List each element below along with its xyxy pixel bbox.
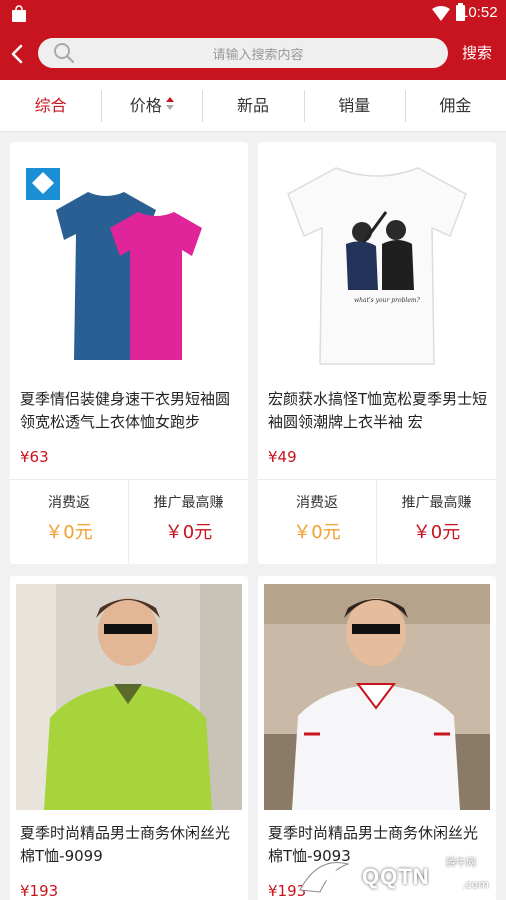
watermark-text: QQTN [362,864,430,889]
status-time: 10:52 [460,4,498,21]
wifi-icon [432,6,450,21]
sort-tab-label: 新品 [237,95,270,115]
watermark-logo: QQTN 腾牛网 .com [290,850,500,900]
product-card[interactable]: what's your problem? 宏颜获水搞怪T恤宽松夏季男士短袖圆领潮… [258,142,496,564]
product-title: 夏季情侣装健身速干衣男短袖圆领宽松透气上衣体恤女跑步 [20,390,231,431]
search-placeholder: 请输入搜索内容 [212,48,304,63]
sort-tab-commission[interactable]: 佣金 [404,88,506,124]
rebate-stat: 消费返 ￥0元 [10,480,129,564]
product-image [16,150,242,376]
sort-tab-label: 佣金 [439,95,472,115]
product-card[interactable]: 夏季情侣装健身速干衣男短袖圆领宽松透气上衣体恤女跑步 ¥63 消费返 ￥0元 推… [10,142,248,564]
sort-tab-sales[interactable]: 销量 [303,88,405,124]
sort-tab-new[interactable]: 新品 [202,88,303,124]
earn-label: 推广最高赚 [153,495,224,511]
watermark-icon [299,862,350,893]
sort-tab-label: 综合 [34,95,67,115]
earn-label: 推广最高赚 [401,495,472,511]
sort-order-icon [165,97,174,111]
sort-tabs: 综合 价格 新品 销量 佣金 [0,80,506,132]
earn-value: ￥0元 [164,522,213,543]
product-image [264,584,490,810]
product-title: 夏季时尚精品男士商务休闲丝光棉T恤-9099 [20,824,231,865]
product-price: ¥193 [20,882,59,900]
search-button[interactable]: 搜索 [462,42,492,63]
search-input[interactable]: 请输入搜索内容 [38,38,448,68]
sort-tab-label: 销量 [338,95,371,115]
sort-tab-comprehensive[interactable]: 综合 [0,88,101,124]
rebate-value: ￥0元 [293,522,341,543]
rebate-value: ￥0元 [45,522,93,543]
product-image: what's your problem? [264,150,490,376]
product-image [16,584,242,810]
watermark-domain: .com [462,878,489,891]
sort-tab-price[interactable]: 价格 [101,88,202,124]
product-price: ¥49 [268,448,297,466]
top-nav-bar: 请输入搜索内容 搜索 [0,28,506,80]
rebate-stat: 消费返 ￥0元 [258,480,377,564]
earn-stat: 推广最高赚 ￥0元 [129,480,248,564]
sort-tab-label: 价格 [129,95,162,115]
watermark-subtext: 腾牛网 [446,858,476,869]
product-price: ¥63 [20,448,49,466]
status-bar: 10:52 [0,0,506,28]
product-card[interactable]: 夏季时尚精品男士商务休闲丝光棉T恤-9099 ¥193 [10,576,248,900]
back-arrow-icon[interactable] [6,40,28,68]
earn-stat: 推广最高赚 ￥0元 [377,480,496,564]
shirt-print-text: what's your problem? [354,297,421,304]
earn-value: ￥0元 [412,522,461,543]
rebate-label: 消费返 [296,495,338,511]
rebate-label: 消费返 [48,495,90,511]
product-title: 宏颜获水搞怪T恤宽松夏季男士短袖圆领潮牌上衣半袖 宏 [268,390,488,431]
shopping-bag-icon [12,5,26,22]
